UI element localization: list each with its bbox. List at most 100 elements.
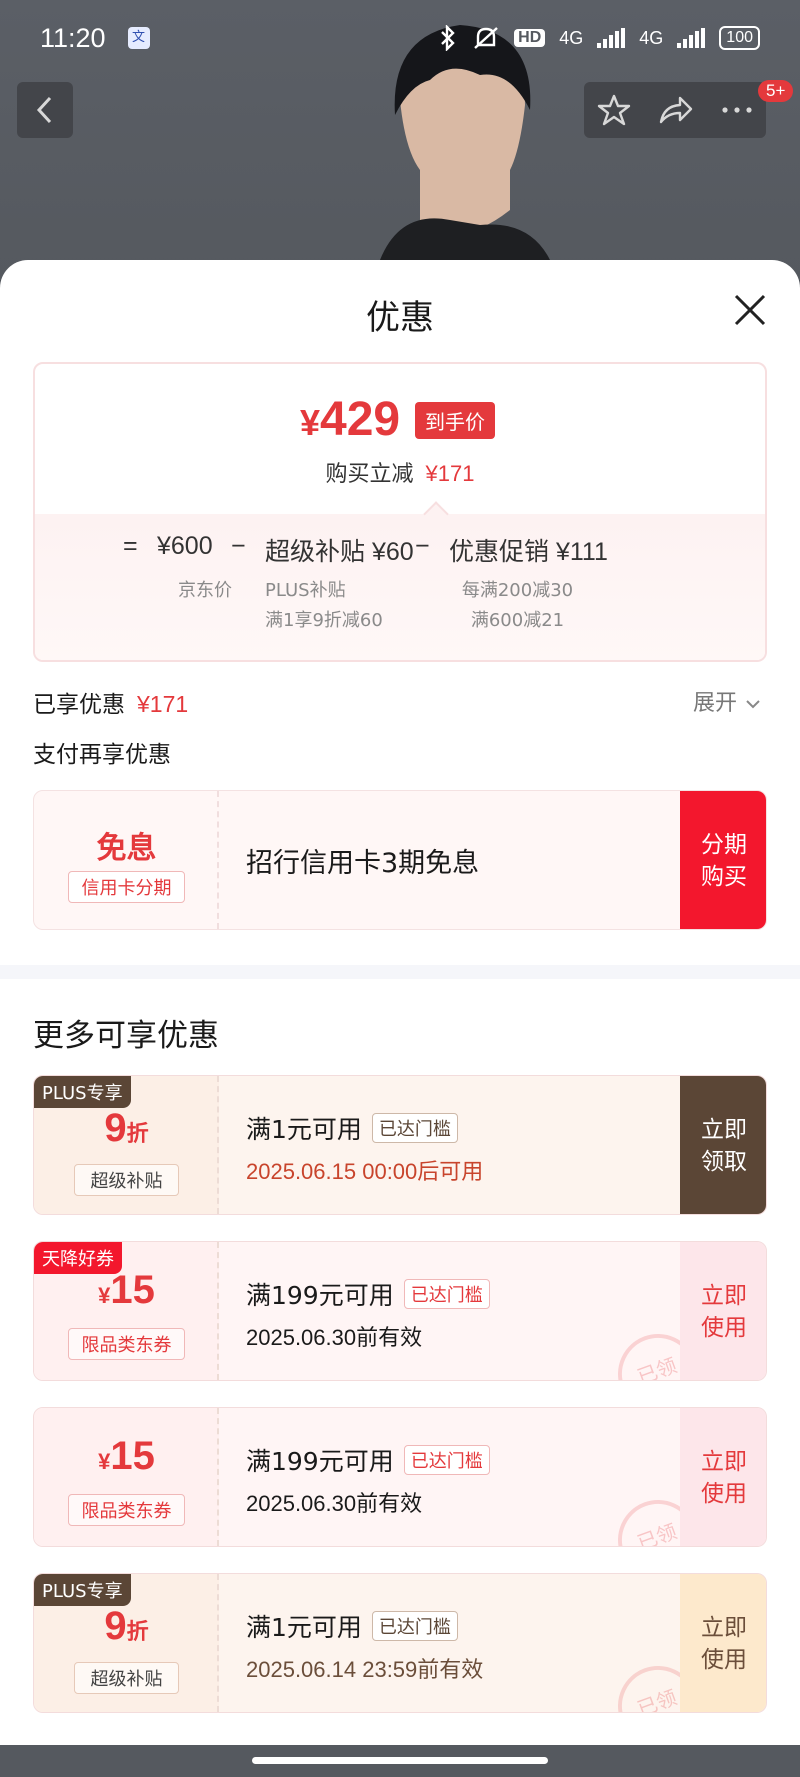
jd-price: ¥600 [157,532,213,560]
formula-minus-1: − [231,532,246,560]
use-button[interactable]: 立即 使用 [680,1408,766,1546]
installment-offer[interactable]: 免息 信用卡分期 招行信用卡3期免息 分期 购买 [33,790,767,930]
translate-app-icon: 文 [127,27,150,49]
message-badge: 5+ [758,80,794,102]
network-label-2: 4G [639,27,664,48]
coupon-value-number: 15 [110,1434,155,1478]
header-actions [584,82,766,138]
subsidy-note: PLUS补贴 满1享9折减60 [265,576,415,636]
enjoyed-label: 已享优惠 [33,692,125,718]
claim-btn-line1: 立即 [701,1117,747,1143]
coupon-value: ¥15 [34,1434,219,1479]
installment-btn-line2: 购买 [701,864,747,890]
promo-note-line1: 每满200减30 [461,580,574,601]
discount-sheet: 优惠 ¥429 到手价 购买立减 ¥171 = ¥600 − 超级补贴 ¥60 −… [0,260,800,1745]
use-button[interactable]: 立即 使用 [680,1574,766,1712]
close-icon[interactable] [730,290,770,330]
final-price-value: 429 [320,393,401,446]
coupon-tag: PLUS专享 [34,1574,131,1606]
final-price: ¥429 [300,392,400,447]
coupon-card: 天降好券 ¥15 限品类东券 满199元可用 已达门槛 2025.06.30前有… [33,1241,767,1381]
signal-icon [597,28,626,48]
promo-discount: 优惠促销 ¥111 [449,538,608,566]
coupon-condition: 满1元可用 已达门槛 [246,1608,458,1644]
threshold-pill: 已达门槛 [371,1611,458,1641]
hd-icon: HD [514,29,546,47]
coupon-value-number: 9 [104,1106,127,1150]
coupon-condition: 满199元可用 已达门槛 [246,1276,490,1312]
star-icon[interactable] [597,93,631,127]
coupon-left: PLUS专享 9折 超级补贴 [34,1574,219,1712]
home-indicator[interactable] [252,1757,548,1764]
coupon-value: ¥15 [34,1268,219,1313]
coupon-card: PLUS专享 9折 超级补贴 满1元可用 已达门槛 2025.06.14 23:… [33,1573,767,1713]
status-time: 11:20 [40,22,106,53]
section-divider [0,965,800,979]
status-bar: 11:20 文 HD 4G 4G 100 [0,0,800,76]
enjoyed-value: ¥171 [137,691,189,717]
share-icon[interactable] [658,94,694,126]
coupon-left: 天降好券 ¥15 限品类东券 [34,1242,219,1380]
expand-label: 展开 [693,691,738,716]
installment-buy-button[interactable]: 分期 购买 [680,791,766,929]
installment-small: 信用卡分期 [68,871,185,903]
threshold-pill: 已达门槛 [371,1113,458,1143]
threshold-pill: 已达门槛 [403,1445,490,1475]
pay-section-title: 支付再享优惠 [33,742,171,768]
coupon-condition-text: 满199元可用 [246,1447,394,1476]
coupon-value-number: 15 [110,1268,155,1312]
coupon-desc: 超级补贴 [74,1662,179,1694]
coupon-condition-text: 满1元可用 [246,1613,362,1642]
more-offers-title: 更多可享优惠 [33,1018,219,1054]
coupon-condition: 满199元可用 已达门槛 [246,1442,490,1478]
back-arrow-icon [36,96,52,124]
chevron-down-icon [746,700,760,709]
coupon-value: 9折 [34,1106,219,1151]
use-btn-line2: 使用 [701,1647,747,1673]
coupon-value-currency: ¥ [98,1449,111,1474]
subsidy-note-line1: PLUS补贴 [265,580,346,601]
mute-icon [474,27,498,49]
formula-equals: = [123,532,138,560]
coupon-desc: 超级补贴 [74,1164,179,1196]
coupon-desc: 限品类东券 [68,1328,185,1360]
coupon-condition-text: 满1元可用 [246,1115,362,1144]
claim-button[interactable]: 立即 领取 [680,1076,766,1214]
installment-text: 招行信用卡3期免息 [246,848,480,879]
use-btn-line2: 使用 [701,1315,747,1341]
final-price-tag: 到手价 [415,402,495,439]
coupon-value-unit: 折 [126,1619,149,1644]
use-button[interactable]: 立即 使用 [680,1242,766,1380]
signal-icon-2 [677,28,706,48]
coupon-card: PLUS专享 9折 超级补贴 满1元可用 已达门槛 2025.06.15 00:… [33,1075,767,1215]
use-btn-line1: 立即 [701,1615,747,1641]
installment-btn-line1: 分期 [701,832,747,858]
more-icon[interactable] [721,105,753,115]
reduce-line: 购买立减 ¥171 [35,456,765,488]
coupon-value-unit: 折 [126,1121,149,1146]
coupon-value: 9折 [34,1604,219,1649]
coupon-value-number: 9 [104,1604,127,1648]
back-button[interactable] [17,82,73,138]
promo-note-line2: 满600减21 [470,610,565,631]
network-label-1: 4G [559,27,584,48]
final-price-currency: ¥ [300,402,321,443]
expand-toggle[interactable]: 展开 [693,685,762,717]
use-btn-line2: 使用 [701,1481,747,1507]
coupon-value-currency: ¥ [98,1283,111,1308]
jd-price-label: 京东价 [178,580,232,601]
coupon-left: PLUS专享 9折 超级补贴 [34,1076,219,1214]
enjoyed-discount: 已享优惠 ¥171 [33,685,188,719]
coupon-left: ¥15 限品类东券 [34,1408,219,1546]
use-btn-line1: 立即 [701,1283,747,1309]
installment-left: 免息 信用卡分期 [34,791,219,929]
threshold-pill: 已达门槛 [403,1279,490,1309]
installment-big: 免息 [96,831,157,866]
claim-btn-line2: 领取 [701,1149,747,1175]
coupon-date: 2025.06.30前有效 [246,1325,423,1350]
coupon-card: ¥15 限品类东券 满199元可用 已达门槛 2025.06.30前有效 已领 … [33,1407,767,1547]
subsidy-note-line2: 满1享9折减60 [265,610,383,631]
reduce-label: 购买立减 [325,462,414,487]
coupon-date: 2025.06.30前有效 [246,1491,423,1516]
sheet-title: 优惠 [366,298,434,338]
